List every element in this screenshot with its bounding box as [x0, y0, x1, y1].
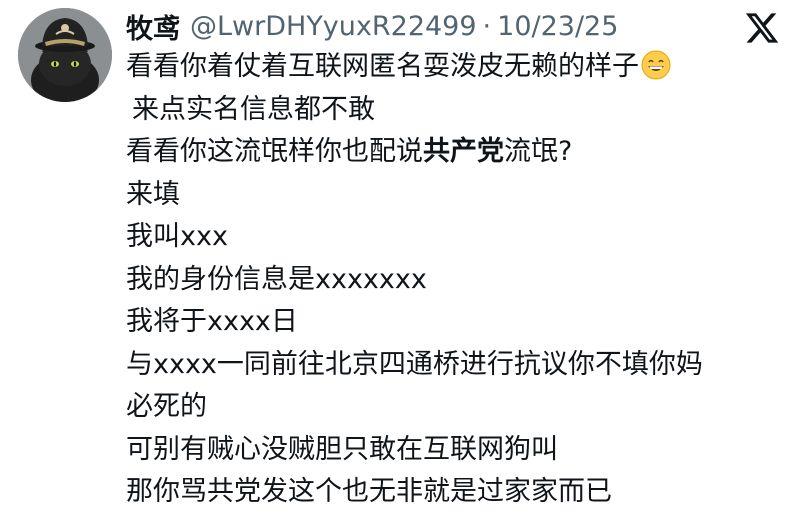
avatar[interactable]: [18, 8, 112, 102]
user-handle[interactable]: @LwrDHYyuxR22499: [190, 11, 477, 42]
tweet-line-2: 来点实名信息都不敢: [132, 93, 375, 125]
tweet-line-4: 来填: [126, 178, 180, 210]
tweet-line-3-suffix: 流氓?: [504, 136, 573, 167]
tweet-text: 看看你着仗着互联网匿名耍泼皮无赖的样子 来点实名信息都不敢 看看你这流氓样你也配…: [126, 46, 796, 514]
x-logo-icon[interactable]: [744, 10, 780, 46]
tweet-line-1: 看看你着仗着互联网匿名耍泼皮无赖的样子: [126, 46, 796, 89]
tweet: 牧鸢 @LwrDHYyuxR22499 · 10/23/25 看看你着仗着互联网…: [0, 0, 800, 528]
tweet-line-6: 我的身份信息是xxxxxxx: [126, 263, 427, 295]
tweet-line-3-bold: 共产党: [423, 136, 504, 167]
tweet-line-3-prefix: 看看你这流氓样你也配说: [126, 136, 423, 167]
tweet-line-9: 必死的: [126, 391, 207, 422]
separator-dot: ·: [482, 10, 492, 42]
grinning-face-emoji-icon: [641, 50, 671, 80]
tweet-line-7: 我将于xxxx日: [126, 306, 298, 337]
tweet-line-11: 那你骂共党发这个也无非就是过家家而已: [126, 476, 612, 507]
tweet-line-5: 我叫xxx: [126, 221, 228, 252]
tweet-line-10: 可别有贼心没贼胆只敢在互联网狗叫: [126, 433, 558, 465]
tweet-line-1-text: 看看你着仗着互联网匿名耍泼皮无赖的样子: [126, 51, 639, 82]
display-name[interactable]: 牧鸢: [126, 7, 180, 46]
tweet-header: 牧鸢 @LwrDHYyuxR22499 · 10/23/25: [126, 6, 618, 46]
tweet-line-3: 看看你这流氓样你也配说共产党流氓?: [126, 131, 796, 174]
avatar-cat-image: [18, 8, 112, 102]
post-date[interactable]: 10/23/25: [497, 11, 618, 42]
tweet-line-8: 与xxxx一同前往北京四通桥进行抗议你不填你妈: [126, 348, 703, 380]
